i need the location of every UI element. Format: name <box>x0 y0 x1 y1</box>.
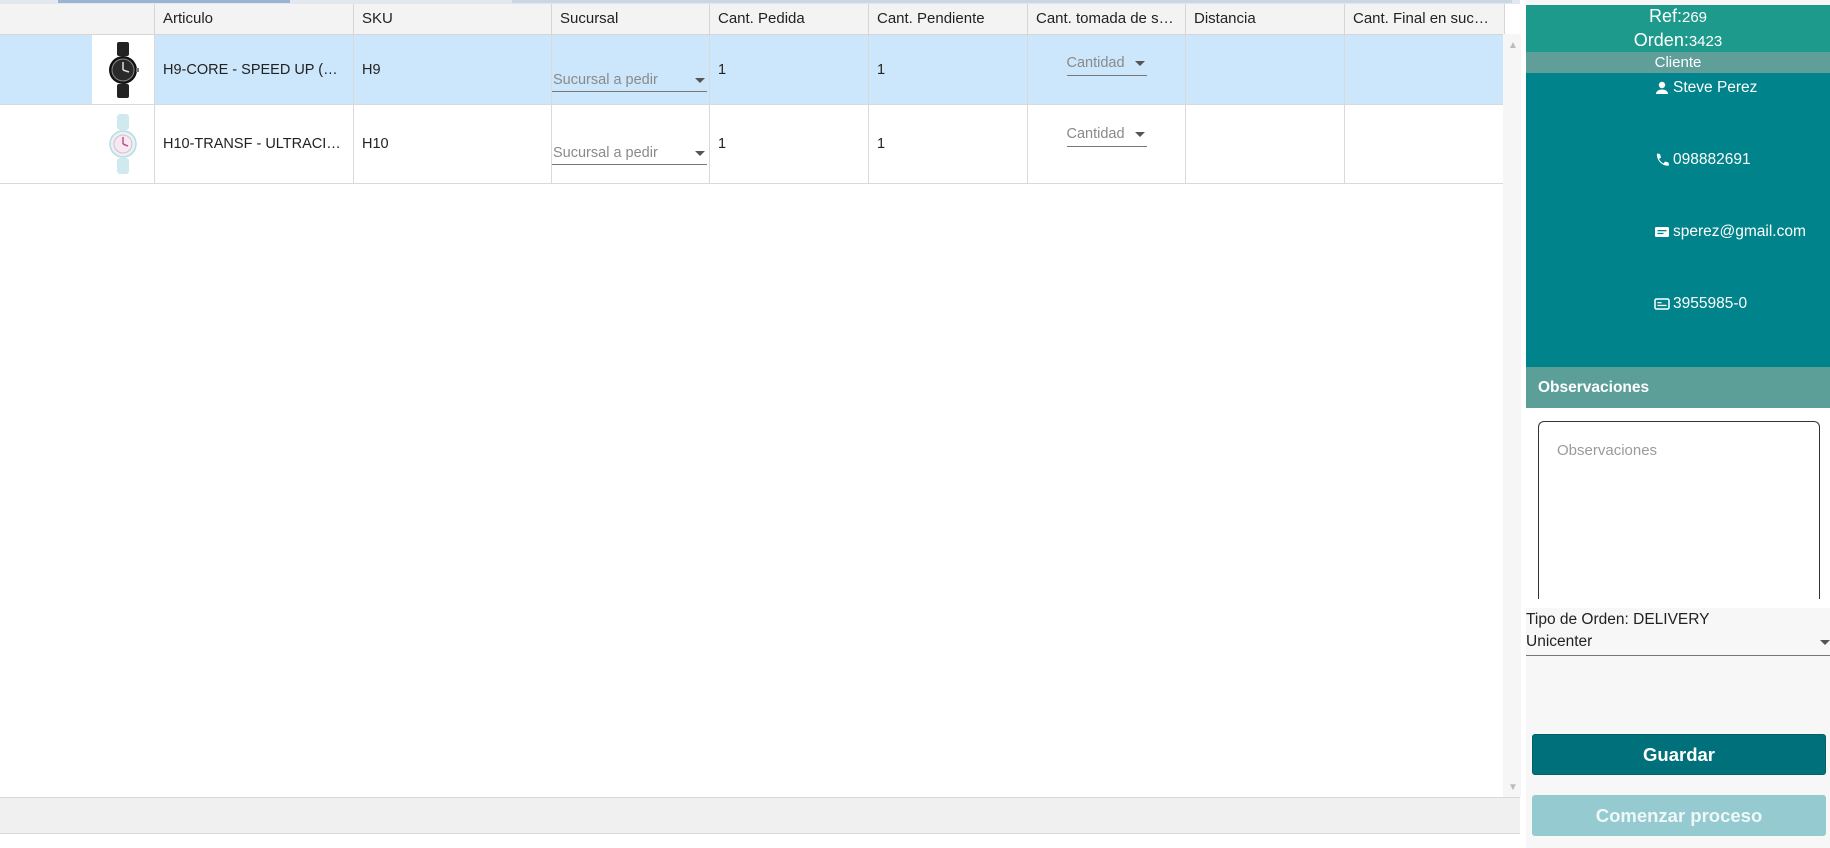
cant-tomada-cell: Cantidad <box>1028 35 1186 104</box>
ref-value: 269 <box>1681 9 1708 26</box>
column-header-image[interactable] <box>0 4 155 34</box>
item-image-cell <box>0 35 155 104</box>
chevron-down-icon[interactable] <box>1134 131 1145 137</box>
cant-final-cell <box>1345 35 1505 104</box>
cant-pendiente-text: 1 <box>877 61 886 78</box>
tab-indicator-secondary[interactable] <box>512 0 1512 3</box>
ref-label: Ref: <box>1648 6 1682 26</box>
observaciones-container <box>1526 408 1830 608</box>
sku-text: H10 <box>362 136 389 152</box>
table-row[interactable]: H10-TRANSF - ULTRACIELO H10 Sucursal a p… <box>0 105 1505 184</box>
ref-line: Ref:269 <box>1526 5 1830 29</box>
chevron-down-icon[interactable] <box>1820 640 1830 645</box>
sucursal-select[interactable]: Sucursal a pedir <box>552 69 707 92</box>
cant-pedida-text: 1 <box>718 136 727 152</box>
client-name-row: Steve Perez <box>1654 79 1757 97</box>
sucursal-placeholder: Sucursal a pedir <box>553 145 658 161</box>
tipo-orden-label: Tipo de Orden: DELIVERY <box>1526 611 1710 628</box>
client-phone-row: 098882691 <box>1654 151 1751 169</box>
cant-pendiente-text: 1 <box>877 136 886 152</box>
chevron-down-icon[interactable] <box>695 151 705 156</box>
articulo-text: H9-CORE - SPEED UP (YVB416) <box>163 61 345 78</box>
sucursal-placeholder: Sucursal a pedir <box>553 72 658 88</box>
client-email: sperez@gmail.com <box>1673 223 1806 240</box>
sku-cell: H9 <box>354 35 552 104</box>
sucursal-cell: Sucursal a pedir <box>552 105 710 183</box>
sucursal-select[interactable]: Sucursal a pedir <box>552 142 707 165</box>
cant-pedida-cell: 1 <box>710 35 869 104</box>
person-icon <box>1656 81 1668 94</box>
orden-line: Orden:3423 <box>1526 29 1830 53</box>
client-name: Steve Perez <box>1673 79 1758 96</box>
cant-pedida-text: 1 <box>718 61 727 78</box>
cantidad-select[interactable]: Cantidad <box>1066 51 1147 76</box>
scroll-down-icon[interactable]: ▼ <box>1508 782 1518 793</box>
phone-icon <box>1656 153 1669 166</box>
email-icon <box>1655 227 1669 237</box>
cant-pendiente-cell: 1 <box>869 35 1028 104</box>
distancia-cell <box>1186 105 1345 183</box>
column-header-cant-pedida[interactable]: Cant. Pedida <box>710 4 869 34</box>
cant-final-cell <box>1345 105 1505 183</box>
cant-pendiente-cell: 1 <box>869 105 1028 183</box>
articulo-cell: H10-TRANSF - ULTRACIELO <box>155 105 354 183</box>
vertical-scrollbar[interactable]: ▲ ▼ <box>1503 34 1521 797</box>
observaciones-textarea[interactable] <box>1538 421 1820 599</box>
distancia-cell <box>1186 35 1345 104</box>
order-reference-box: Ref:269 Orden:3423 <box>1526 5 1830 52</box>
column-header-sucursal[interactable]: Sucursal <box>552 4 710 34</box>
orden-label: Orden: <box>1633 30 1689 50</box>
orden-value: 3423 <box>1688 33 1723 50</box>
column-header-articulo[interactable]: Articulo <box>155 4 354 34</box>
cant-pedida-cell: 1 <box>710 105 869 183</box>
client-document-row: 3955985-0 <box>1654 295 1747 313</box>
id-card-icon <box>1654 298 1670 310</box>
column-header-cant-final[interactable]: Cant. Final en sucursal <box>1345 4 1505 34</box>
cliente-header: Cliente <box>1526 52 1830 73</box>
order-side-panel: Ref:269 Orden:3423 Cliente Steve Perez 0… <box>1526 0 1830 848</box>
client-phone: 098882691 <box>1673 151 1751 168</box>
column-header-sku[interactable]: SKU <box>354 4 552 34</box>
cantidad-placeholder: Cantidad <box>1066 55 1125 71</box>
cantidad-select[interactable]: Cantidad <box>1066 122 1147 147</box>
scroll-up-icon[interactable]: ▲ <box>1508 40 1518 51</box>
chevron-down-icon[interactable] <box>695 78 705 83</box>
articulo-text: H10-TRANSF - ULTRACIELO <box>163 136 345 152</box>
sucursal-dropdown-value: Unicenter <box>1526 633 1593 650</box>
item-image-cell <box>0 105 155 183</box>
sku-cell: H10 <box>354 105 552 183</box>
tab-indicator[interactable] <box>58 0 290 3</box>
table-row[interactable]: H9-CORE - SPEED UP (YVB416) H9 Sucursal … <box>0 35 1505 105</box>
grid-footer-bar <box>0 797 1520 834</box>
order-items-grid: Articulo SKU Sucursal Cant. Pedida Cant.… <box>0 0 1520 797</box>
sucursal-dropdown[interactable]: Unicenter <box>1526 632 1830 656</box>
client-email-row: sperez@gmail.com <box>1654 223 1806 241</box>
guardar-button[interactable]: Guardar <box>1532 734 1826 775</box>
chevron-down-icon[interactable] <box>1134 61 1145 66</box>
comenzar-proceso-button[interactable]: Comenzar proceso <box>1532 795 1826 836</box>
grid-header: Articulo SKU Sucursal Cant. Pedida Cant.… <box>0 4 1505 35</box>
client-card: Steve Perez 098882691 sperez@gmail.com 3… <box>1526 73 1830 367</box>
observaciones-header: Observaciones <box>1526 367 1830 408</box>
watch-black-icon <box>92 35 154 104</box>
column-header-distancia[interactable]: Distancia <box>1186 4 1345 34</box>
watch-light-blue-icon <box>92 105 154 183</box>
cantidad-placeholder: Cantidad <box>1066 125 1125 142</box>
column-header-cant-pendiente[interactable]: Cant. Pendiente <box>869 4 1028 34</box>
column-header-cant-tomada[interactable]: Cant. tomada de sucursal <box>1028 4 1186 34</box>
client-document: 3955985-0 <box>1673 295 1748 312</box>
sucursal-cell: Sucursal a pedir <box>552 35 710 104</box>
cant-tomada-cell: Cantidad <box>1028 105 1186 183</box>
sku-text: H9 <box>362 61 381 78</box>
articulo-cell: H9-CORE - SPEED UP (YVB416) <box>155 35 354 104</box>
